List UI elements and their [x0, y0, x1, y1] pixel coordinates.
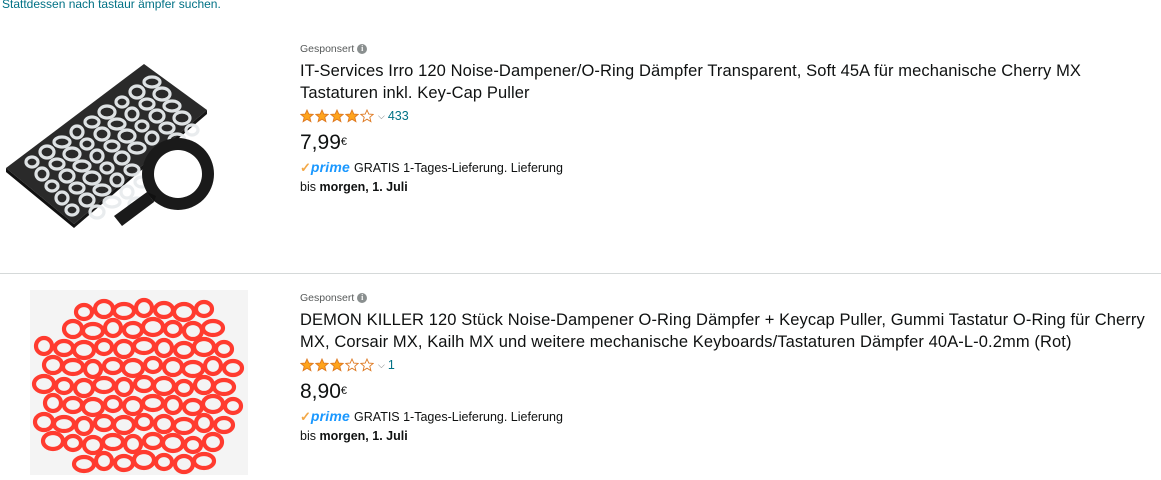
- chevron-down-icon[interactable]: ⌵: [378, 111, 385, 122]
- search-result-2: Gesponsert i DEMON KILLER 120 Stück Nois…: [0, 273, 1161, 475]
- star-empty-icon: [345, 358, 359, 372]
- red-o-rings-image: [30, 290, 248, 475]
- spelling-suggestion[interactable]: Stattdessen nach tastaur ämpfer suchen.: [2, 0, 221, 11]
- star-filled-icon: [300, 358, 314, 372]
- delivery-date-line: bis morgen, 1. Juli: [300, 180, 1161, 194]
- star-filled-icon: [330, 109, 344, 123]
- price[interactable]: 7,99€: [300, 129, 1161, 157]
- prime-logo: ✓ prime: [300, 408, 350, 425]
- review-count[interactable]: 1: [388, 358, 395, 372]
- star-filled-icon: [315, 109, 329, 123]
- star-rating[interactable]: [300, 109, 374, 123]
- star-filled-icon: [330, 358, 344, 372]
- check-icon: ✓: [300, 160, 311, 175]
- chevron-down-icon[interactable]: ⌵: [378, 360, 385, 371]
- prime-logo: ✓ prime: [300, 159, 350, 176]
- price-currency: €: [340, 385, 347, 397]
- delivery-prefix: bis: [300, 429, 316, 443]
- price-whole: 8,90: [300, 380, 341, 403]
- price[interactable]: 8,90€: [300, 378, 1161, 406]
- delivery-date: morgen, 1. Juli: [319, 429, 408, 443]
- shipping-line: ✓ prime GRATIS 1-Tages-Lieferung. Lieferu…: [300, 159, 1161, 176]
- shipping-line: ✓ prime GRATIS 1-Tages-Lieferung. Lieferu…: [300, 408, 1161, 425]
- delivery-prefix: bis: [300, 180, 316, 194]
- shipping-text: GRATIS 1-Tages-Lieferung. Lieferung: [354, 409, 563, 424]
- info-icon[interactable]: i: [357, 293, 368, 303]
- rating-row: ⌵ 1: [300, 355, 1161, 375]
- check-icon: ✓: [300, 409, 311, 424]
- star-empty-icon: [360, 358, 374, 372]
- info-icon[interactable]: i: [357, 44, 368, 54]
- product-image[interactable]: [2, 64, 214, 248]
- product-info: Gesponsert i DEMON KILLER 120 Stück Nois…: [300, 291, 1161, 443]
- shipping-text: GRATIS 1-Tages-Lieferung. Lieferung: [354, 160, 563, 175]
- star-filled-icon: [315, 358, 329, 372]
- sponsored-text: Gesponsert: [300, 43, 355, 55]
- prime-label: prime: [310, 408, 351, 424]
- search-result-1: Gesponsert i IT-Services Irro 120 Noise-…: [0, 28, 1161, 273]
- review-count[interactable]: 433: [388, 109, 409, 123]
- price-currency: €: [340, 136, 347, 148]
- clear-o-rings-image: [6, 64, 214, 228]
- delivery-date: morgen, 1. Juli: [319, 180, 408, 194]
- star-filled-icon: [345, 109, 359, 123]
- product-title[interactable]: IT-Services Irro 120 Noise-Dampener/O-Ri…: [300, 60, 1161, 104]
- star-empty-icon: [360, 109, 374, 123]
- sponsored-text: Gesponsert: [300, 292, 355, 304]
- product-title[interactable]: DEMON KILLER 120 Stück Noise-Dampener O-…: [300, 309, 1161, 353]
- sponsored-label[interactable]: Gesponsert i: [300, 291, 1161, 305]
- o-ring: [119, 184, 135, 200]
- product-info: Gesponsert i IT-Services Irro 120 Noise-…: [300, 42, 1161, 194]
- product-image[interactable]: [30, 290, 248, 475]
- star-filled-icon: [300, 109, 314, 123]
- o-ring: [102, 195, 122, 209]
- sponsored-label[interactable]: Gesponsert i: [300, 42, 1161, 56]
- star-rating[interactable]: [300, 358, 374, 372]
- price-whole: 7,99: [300, 131, 341, 154]
- rating-row: ⌵ 433: [300, 106, 1161, 126]
- prime-label: prime: [310, 159, 351, 175]
- delivery-date-line: bis morgen, 1. Juli: [300, 429, 1161, 443]
